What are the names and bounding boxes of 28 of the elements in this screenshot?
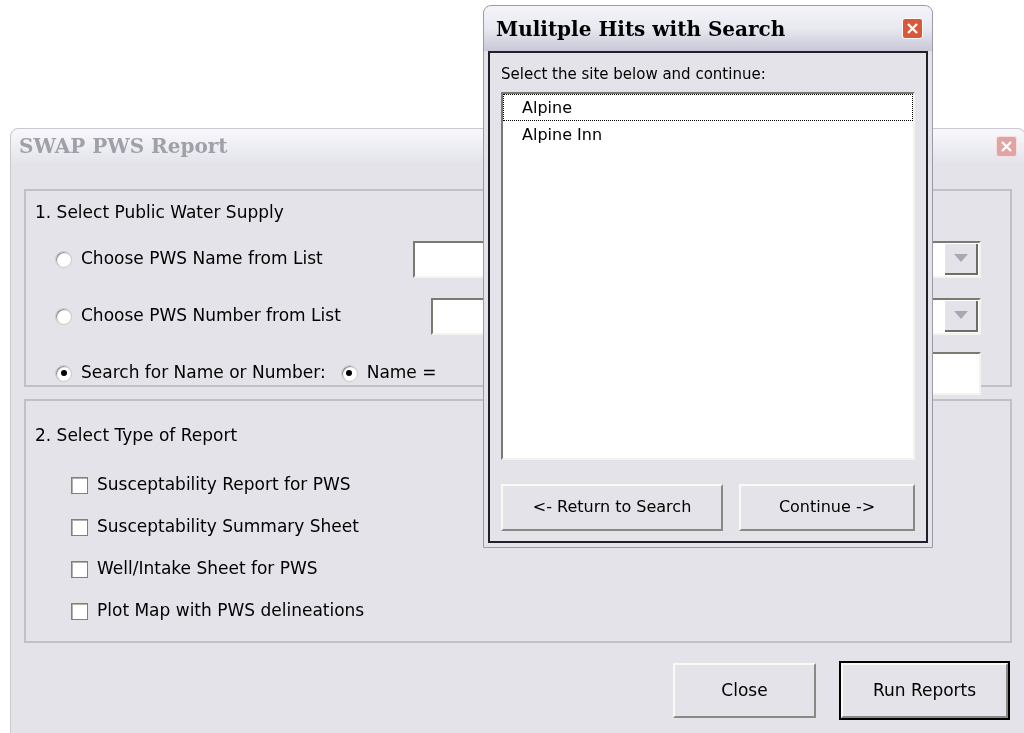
section-heading: 2. Select Type of Report — [35, 424, 239, 447]
dialog-title: Mulitple Hits with Search — [496, 15, 786, 43]
close-icon[interactable] — [996, 135, 1017, 157]
radio-label: Choose PWS Number from List — [81, 304, 341, 328]
checkbox-label: Susceptability Report for PWS — [97, 473, 351, 497]
section-heading: 1. Select Public Water Supply — [35, 201, 285, 224]
radio-label: Choose PWS Name from List — [81, 247, 323, 271]
checkbox[interactable] — [71, 476, 88, 494]
dialog-prompt: Select the site below and continue: — [501, 64, 767, 85]
radio-button[interactable] — [340, 364, 358, 382]
close-button[interactable]: Close — [673, 663, 816, 718]
checkbox-label: Well/Intake Sheet for PWS — [97, 557, 318, 581]
radio-button[interactable] — [55, 364, 72, 382]
checkbox-label: Plot Map with PWS delineations — [97, 599, 365, 623]
radio-button[interactable] — [55, 250, 72, 268]
radio-label: Search for Name or Number: — [81, 361, 326, 385]
radio-label: Name = — [366, 361, 437, 385]
list-item[interactable]: Alpine — [503, 93, 913, 121]
continue-button[interactable]: Continue -> — [739, 483, 915, 531]
window-title: SWAP PWS Report — [19, 133, 228, 160]
checkbox[interactable] — [71, 602, 88, 620]
run-reports-button[interactable]: Run Reports — [841, 663, 1008, 718]
checkbox[interactable] — [71, 518, 88, 536]
checkbox[interactable] — [71, 560, 88, 578]
list-item[interactable]: Alpine Inn — [503, 120, 913, 148]
return-to-search-button[interactable]: <- Return to Search — [501, 483, 723, 531]
radio-button[interactable] — [55, 307, 72, 325]
checkbox-label: Susceptability Summary Sheet — [97, 515, 359, 539]
